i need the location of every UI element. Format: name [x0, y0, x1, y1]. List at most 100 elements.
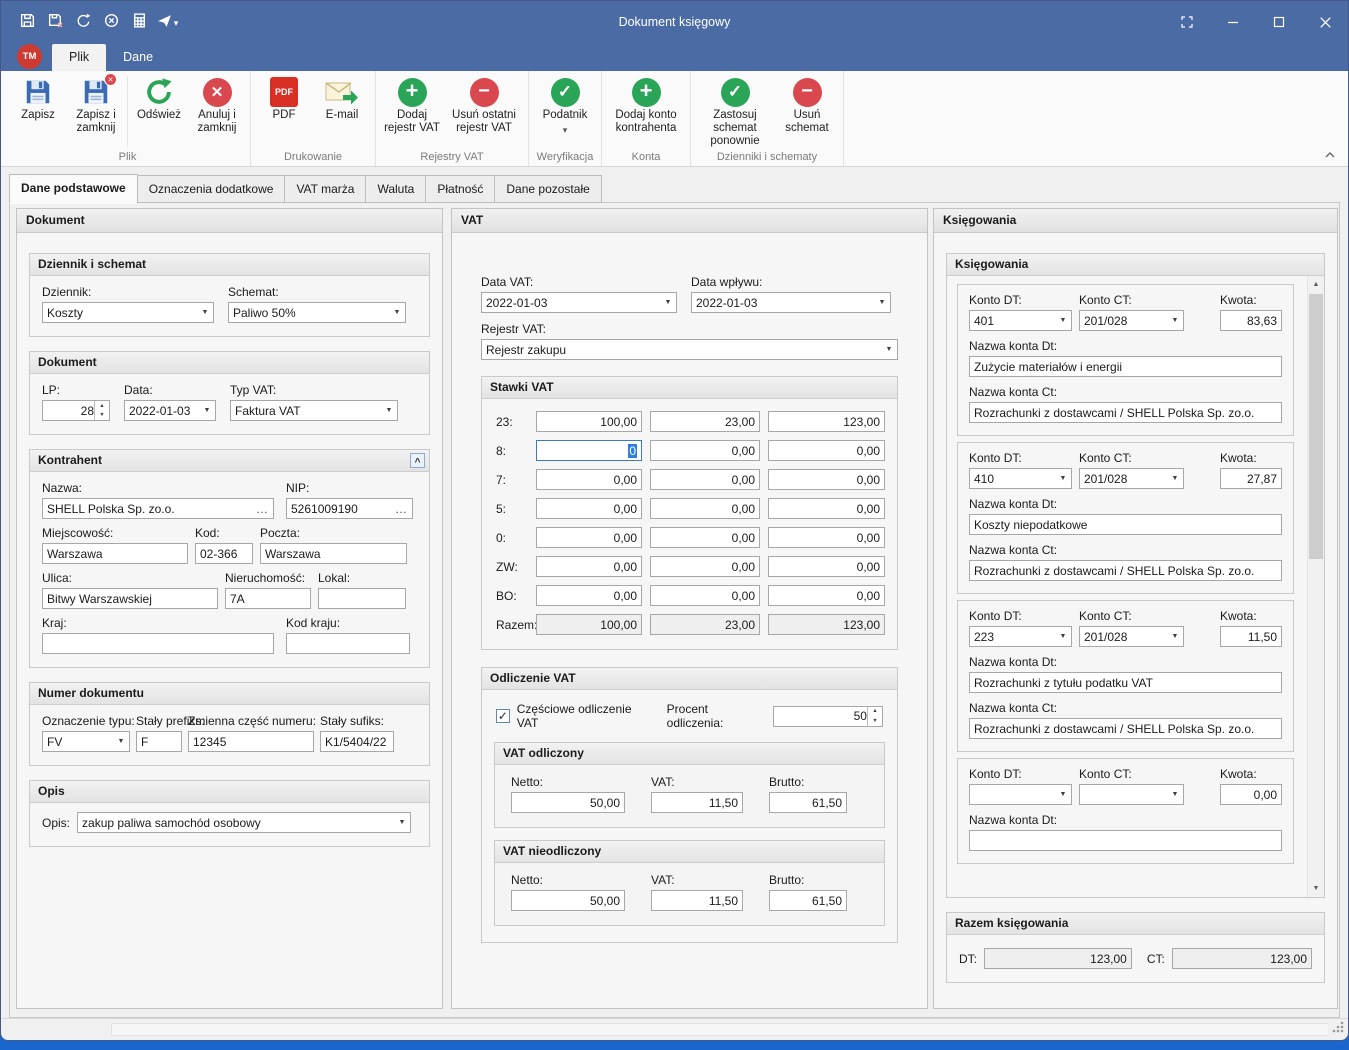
kwota-field[interactable]: 0,00 — [1220, 784, 1282, 805]
calculator-button[interactable] — [125, 7, 153, 37]
podatnik-button[interactable]: Podatnik — [533, 74, 597, 136]
data-select[interactable]: 2022-01-03 — [124, 400, 216, 421]
nazwa-field[interactable]: SHELL Polska Sp. zo.o. — [42, 498, 274, 519]
brutto-field[interactable]: 0,00 — [768, 469, 885, 490]
vat-field[interactable]: 0,00 — [650, 527, 760, 548]
zapisz-i-zamknij-button[interactable]: Zapisz i zamknij — [67, 74, 125, 135]
vat-field[interactable]: 11,50 — [651, 792, 743, 813]
brutto-field[interactable]: 61,50 — [769, 792, 847, 813]
zastosuj-schemat-ponownie-button[interactable]: Zastosuj schemat ponownie — [695, 74, 775, 148]
ellipsis-button[interactable] — [255, 502, 269, 516]
oznaczenie-typu-select[interactable]: FV — [42, 731, 130, 752]
spinner-arrows-icon[interactable] — [867, 707, 882, 726]
vat-field[interactable]: 0,00 — [650, 440, 760, 461]
tab-dane-pozostale[interactable]: Dane pozostałe — [495, 175, 601, 203]
zapisz-button[interactable]: Zapisz — [9, 74, 67, 122]
brutto-field[interactable]: 0,00 — [768, 556, 885, 577]
fit-window-button[interactable] — [1164, 1, 1210, 43]
app-logo[interactable]: TM — [17, 44, 42, 69]
netto-field-focused[interactable]: 0 — [536, 440, 642, 461]
lokal-field[interactable] — [318, 588, 406, 609]
netto-field[interactable]: 50,00 — [511, 792, 625, 813]
nazwa-dt-field[interactable]: Koszty niepodatkowe — [969, 514, 1282, 535]
konto-ct-select[interactable]: 201/028 — [1079, 626, 1184, 647]
brutto-field[interactable]: 0,00 — [768, 498, 885, 519]
kraj-field[interactable] — [42, 633, 274, 654]
konto-dt-select[interactable] — [969, 784, 1072, 805]
nip-field[interactable]: 5261009190 — [286, 498, 413, 519]
cancel-button[interactable] — [97, 7, 125, 37]
kwota-field[interactable]: 27,87 — [1220, 468, 1282, 489]
nazwa-ct-field[interactable]: Rozrachunki z dostawcami / SHELL Polska … — [969, 402, 1282, 423]
data-wplywu-select[interactable]: 2022-01-03 — [691, 292, 891, 313]
netto-field[interactable]: 50,00 — [511, 890, 625, 911]
brutto-field[interactable]: 0,00 — [768, 440, 885, 461]
czesciowe-odliczenie-checkbox[interactable] — [496, 709, 510, 723]
scroll-thumb[interactable] — [1309, 294, 1323, 559]
zmienna-czesc-field[interactable]: 12345 — [188, 731, 314, 752]
staly-prefiks-field[interactable]: F — [136, 731, 182, 752]
nieruchomosc-field[interactable]: 7A — [225, 588, 311, 609]
netto-field[interactable]: 0,00 — [536, 527, 642, 548]
scroll-up-icon[interactable] — [1308, 276, 1324, 293]
kod-kraju-field[interactable] — [286, 633, 410, 654]
ribbon-tab-dane[interactable]: Dane — [106, 44, 170, 71]
konto-ct-select[interactable] — [1079, 784, 1184, 805]
pdf-button[interactable]: PDF PDF — [255, 74, 313, 122]
resize-grip[interactable] — [1331, 1020, 1345, 1037]
nazwa-ct-field[interactable]: Rozrachunki z dostawcami / SHELL Polska … — [969, 718, 1282, 739]
collapse-ribbon-button[interactable] — [1324, 149, 1336, 163]
nazwa-dt-field[interactable] — [969, 830, 1282, 851]
vat-field[interactable]: 0,00 — [650, 498, 760, 519]
email-button[interactable]: E-mail — [313, 74, 371, 122]
spinner-arrows-icon[interactable] — [94, 401, 109, 420]
netto-field[interactable]: 0,00 — [536, 556, 642, 577]
brutto-field[interactable]: 0,00 — [768, 585, 885, 606]
refresh-button[interactable] — [69, 7, 97, 37]
usun-ostatni-rejestr-vat-button[interactable]: Usuń ostatni rejestr VAT — [444, 74, 524, 135]
netto-field[interactable]: 0,00 — [536, 469, 642, 490]
dodaj-rejestr-vat-button[interactable]: Dodaj rejestr VAT — [380, 74, 444, 135]
tab-oznaczenia-dodatkowe[interactable]: Oznaczenia dodatkowe — [138, 175, 286, 203]
brutto-field[interactable]: 123,00 — [768, 411, 885, 432]
data-vat-select[interactable]: 2022-01-03 — [481, 292, 677, 313]
rejestr-vat-select[interactable]: Rejestr zakupu — [481, 339, 898, 360]
poczta-field[interactable]: Warszawa — [260, 543, 407, 564]
send-button[interactable] — [153, 7, 181, 37]
opis-select[interactable]: zakup paliwa samochód osobowy — [77, 812, 411, 833]
save-close-button[interactable] — [41, 7, 69, 37]
minimize-button[interactable] — [1210, 1, 1256, 43]
brutto-field[interactable]: 61,50 — [769, 890, 847, 911]
odswiez-button[interactable]: Odśwież — [130, 74, 188, 122]
netto-field[interactable]: 0,00 — [536, 585, 642, 606]
scroll-down-icon[interactable] — [1308, 880, 1324, 897]
schemat-select[interactable]: Paliwo 50% — [228, 302, 406, 323]
dziennik-select[interactable]: Koszty — [42, 302, 214, 323]
chevron-down-icon[interactable] — [563, 122, 568, 136]
anuluj-i-zamknij-button[interactable]: Anuluj i zamknij — [188, 74, 246, 135]
tab-waluta[interactable]: Waluta — [366, 175, 426, 203]
close-button[interactable] — [1302, 1, 1348, 43]
tab-vat-marza[interactable]: VAT marża — [285, 175, 366, 203]
collapse-group-button[interactable] — [410, 453, 425, 468]
usun-schemat-button[interactable]: Usuń schemat — [775, 74, 839, 135]
konto-ct-select[interactable]: 201/028 — [1079, 310, 1184, 331]
nazwa-dt-field[interactable]: Zużycie materiałów i energii — [969, 356, 1282, 377]
netto-field[interactable]: 0,00 — [536, 498, 642, 519]
ellipsis-button[interactable] — [394, 502, 408, 516]
procent-odliczenia-stepper[interactable]: 50 — [773, 706, 883, 727]
vat-field[interactable]: 0,00 — [650, 556, 760, 577]
konto-dt-select[interactable]: 223 — [969, 626, 1072, 647]
caret-down-icon[interactable] — [173, 15, 179, 29]
save-button[interactable] — [13, 7, 41, 37]
kod-field[interactable]: 02-366 — [195, 543, 253, 564]
tab-dane-podstawowe[interactable]: Dane podstawowe — [9, 174, 138, 204]
nazwa-ct-field[interactable]: Rozrachunki z dostawcami / SHELL Polska … — [969, 560, 1282, 581]
dodaj-konto-kontrahenta-button[interactable]: Dodaj konto kontrahenta — [606, 74, 686, 135]
ribbon-tab-plik[interactable]: Plik — [52, 44, 106, 71]
lp-stepper[interactable]: 28 — [42, 400, 110, 421]
maximize-button[interactable] — [1256, 1, 1302, 43]
typ-vat-select[interactable]: Faktura VAT — [230, 400, 398, 421]
vat-field[interactable]: 11,50 — [651, 890, 743, 911]
tab-platnosc[interactable]: Płatność — [426, 175, 495, 203]
